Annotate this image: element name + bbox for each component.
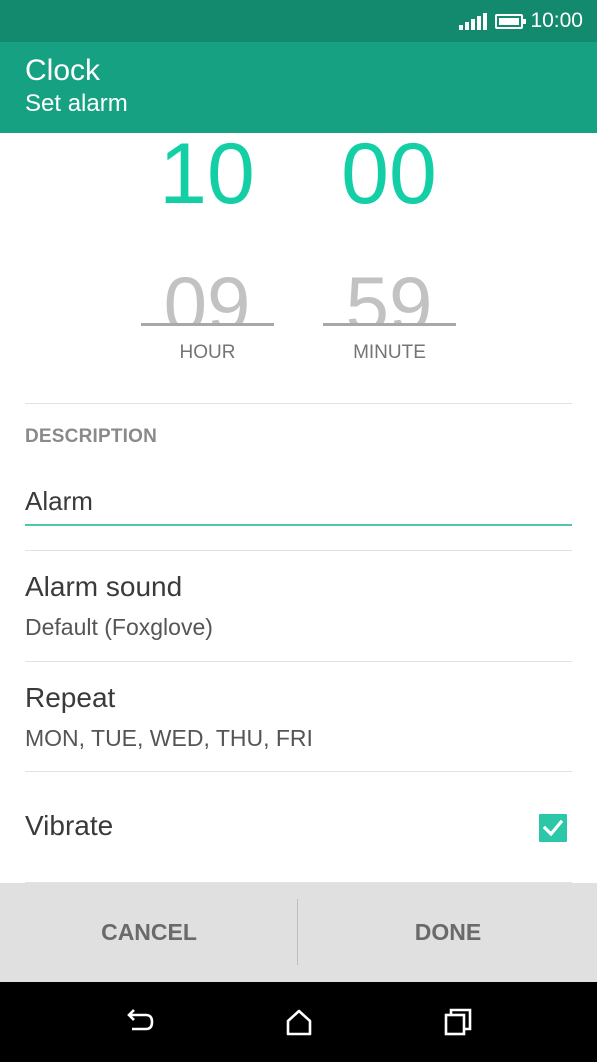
minute-value[interactable]: 00 <box>299 131 479 217</box>
alarm-sound-value: Default (Foxglove) <box>25 614 213 640</box>
home-icon[interactable] <box>281 1004 317 1040</box>
checkmark-icon <box>542 819 564 837</box>
recents-icon[interactable] <box>440 1004 476 1040</box>
vibrate-label: Vibrate <box>25 810 114 841</box>
description-input[interactable] <box>25 478 572 526</box>
app-bar: Clock Set alarm <box>0 42 597 133</box>
hour-picker-underline <box>141 323 274 326</box>
action-bar: CANCEL DONE <box>0 883 597 982</box>
repeat-value: MON, TUE, WED, THU, FRI <box>25 725 313 751</box>
minute-label: MINUTE <box>353 342 426 363</box>
cancel-button[interactable]: CANCEL <box>0 883 298 982</box>
back-icon[interactable] <box>121 1004 157 1040</box>
status-bar: 10:00 <box>0 0 597 42</box>
divider <box>25 403 572 404</box>
signal-icon <box>459 12 488 30</box>
minute-picker-underline <box>323 323 456 326</box>
hour-previous-value[interactable]: 09 <box>141 264 273 324</box>
alarm-sound-row[interactable]: Alarm sound Default (Foxglove) <box>0 551 597 661</box>
repeat-label: Repeat <box>25 682 116 713</box>
action-separator <box>297 899 298 965</box>
app-subtitle: Set alarm <box>25 90 128 117</box>
status-time: 10:00 <box>530 9 583 32</box>
hour-value[interactable]: 10 <box>117 131 297 217</box>
description-header: DESCRIPTION <box>25 426 158 447</box>
vibrate-row[interactable]: Vibrate <box>0 772 597 882</box>
alarm-sound-label: Alarm sound <box>25 571 183 602</box>
hour-label: HOUR <box>179 342 236 363</box>
done-button[interactable]: DONE <box>299 883 597 982</box>
battery-icon <box>495 13 527 29</box>
app-title: Clock <box>25 54 101 87</box>
navigation-bar <box>0 982 597 1062</box>
repeat-row[interactable]: Repeat MON, TUE, WED, THU, FRI <box>0 662 597 772</box>
vibrate-checkbox[interactable] <box>539 814 567 842</box>
minute-previous-value[interactable]: 59 <box>323 264 455 324</box>
